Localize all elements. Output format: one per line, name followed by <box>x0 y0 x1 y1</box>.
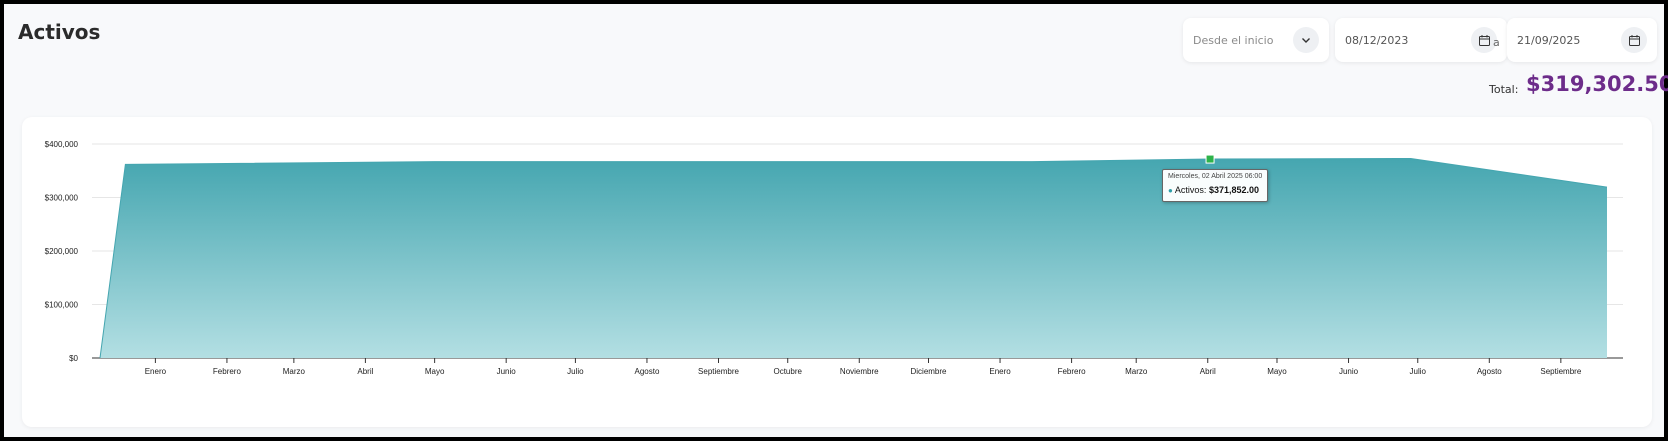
x-tick-label: Octubre <box>773 367 802 376</box>
page-title: Activos <box>18 20 101 44</box>
highlight-marker <box>1205 154 1215 164</box>
series-dot-icon: ● <box>1168 186 1173 196</box>
x-tick-label: Abril <box>357 367 373 376</box>
tooltip-series-label: Activos: <box>1174 185 1207 196</box>
chart-tooltip: Miercoles, 02 Abril 2025 06:00 ● Activos… <box>1162 169 1269 203</box>
app-frame: Activos Desde el inicio 08/12/2023 a 21/… <box>0 0 1668 441</box>
chevron-down-icon[interactable] <box>1293 27 1319 53</box>
calendar-icon[interactable] <box>1621 27 1647 53</box>
y-tick-label: $400,000 <box>45 140 79 149</box>
x-tick-label: Septiembre <box>698 367 739 376</box>
area-chart: $0 $100,000 $200,000 $300,000 $400,000 Enero F… <box>45 140 1623 376</box>
total-value: $319,302.50 <box>1526 72 1668 96</box>
range-separator: a <box>1493 36 1500 49</box>
x-tick-label: Agosto <box>634 367 659 376</box>
chart-card: $0 $100,000 $200,000 $300,000 $400,000 Enero F… <box>22 117 1652 427</box>
x-tick-label: Junio <box>497 367 517 376</box>
x-tick-label: Abril <box>1200 367 1216 376</box>
x-tick-label: Febrero <box>1058 367 1087 376</box>
tooltip-date: Miercoles, 02 Abril 2025 06:00 <box>1168 173 1263 181</box>
x-tick-label: Mayo <box>425 367 445 376</box>
x-tick-label: Mayo <box>1267 367 1287 376</box>
x-tick-label: Septiembre <box>1540 367 1581 376</box>
series-area-activos <box>100 158 1607 358</box>
x-tick-label: Diciembre <box>910 367 947 376</box>
date-from-field[interactable]: 08/12/2023 <box>1335 18 1507 62</box>
range-select-value: Desde el inicio <box>1193 33 1274 47</box>
x-tick-label: Febrero <box>213 367 242 376</box>
tooltip-value: $371,852.00 <box>1208 185 1259 196</box>
x-tick-label: Noviembre <box>840 367 879 376</box>
x-tick-label: Julio <box>567 367 584 376</box>
x-tick-label: Enero <box>145 367 167 376</box>
x-tick-label: Marzo <box>283 367 306 376</box>
total-label: Total: <box>1489 83 1519 96</box>
x-tick-label: Junio <box>1339 367 1359 376</box>
y-tick-label: $200,000 <box>45 247 79 256</box>
x-tick-label: Julio <box>1410 367 1427 376</box>
y-tick-label: $100,000 <box>45 301 79 310</box>
x-tick-label: Agosto <box>1477 367 1502 376</box>
y-tick-label: $0 <box>69 354 78 363</box>
y-tick-label: $300,000 <box>45 194 79 203</box>
x-tick-label: Marzo <box>1125 367 1148 376</box>
date-from-value: 08/12/2023 <box>1345 33 1409 47</box>
date-to-field[interactable]: 21/09/2025 <box>1507 18 1657 62</box>
date-to-value: 21/09/2025 <box>1517 33 1581 47</box>
x-tick-label: Enero <box>989 367 1011 376</box>
tooltip-row: ● Activos: $371,852.00 <box>1168 185 1259 195</box>
range-select[interactable]: Desde el inicio <box>1183 18 1329 62</box>
